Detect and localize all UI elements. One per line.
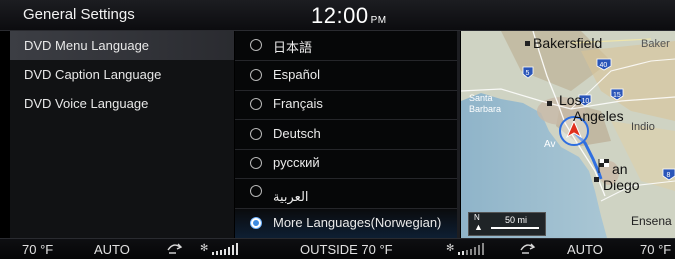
clock: 12:00 PM — [311, 3, 387, 29]
menu-item-label: DVD Voice Language — [24, 96, 149, 111]
language-label: Deutsch — [273, 126, 321, 141]
language-label: Español — [273, 67, 320, 82]
radio-icon[interactable] — [250, 39, 262, 51]
map-label-ensena: Ensena — [631, 214, 672, 228]
language-label: 日本語 — [273, 40, 313, 55]
compass-north-label: N — [474, 213, 480, 222]
language-option-more-languages[interactable]: More Languages(Norwegian) — [235, 209, 458, 239]
fan-icon: ✻ — [446, 243, 455, 254]
radio-icon[interactable] — [250, 69, 262, 81]
menu-item-dvd-menu-language[interactable]: DVD Menu Language — [10, 31, 234, 60]
scale-distance: 50 mi — [505, 215, 528, 225]
language-option-german[interactable]: Deutsch — [235, 120, 458, 150]
svg-text:5: 5 — [526, 70, 530, 77]
radio-icon[interactable] — [250, 157, 262, 169]
map-label-barbara: Barbara — [469, 104, 502, 114]
navigation-map[interactable]: 5 40 15 10 8 Bakersfield Baker Los Angel… — [461, 31, 675, 238]
map-label-los: Los — [559, 92, 582, 108]
map-label-an: an — [612, 161, 628, 177]
menu-item-label: DVD Menu Language — [24, 38, 150, 53]
language-list: 日本語 Español Français Deutsch русский الع… — [235, 31, 458, 239]
map-label-santa: Santa — [469, 93, 493, 103]
svg-text:40: 40 — [600, 62, 608, 69]
language-label: More Languages(Norwegian) — [273, 215, 442, 230]
left-auto-mode[interactable]: AUTO — [94, 242, 130, 257]
left-temperature[interactable]: 70 °F — [22, 242, 53, 257]
menu-item-label: DVD Caption Language — [24, 67, 162, 82]
page-title: General Settings — [23, 6, 135, 23]
radio-icon[interactable] — [250, 128, 262, 140]
menu-item-dvd-voice-language[interactable]: DVD Voice Language — [10, 89, 234, 118]
scale-bar — [491, 227, 539, 229]
clock-time: 12:00 — [311, 3, 369, 28]
map-scale: N ▲ 50 mi — [468, 212, 546, 236]
seat-airflow-icon[interactable] — [166, 241, 184, 255]
city-marker — [525, 41, 530, 46]
language-option-russian[interactable]: русский — [235, 149, 458, 179]
city-marker — [594, 177, 599, 182]
fan-icon: ✻ — [200, 243, 209, 254]
language-label: العربية — [273, 189, 309, 204]
svg-text:15: 15 — [613, 92, 621, 99]
map-label-indio: Indio — [631, 121, 655, 133]
svg-text:8: 8 — [667, 172, 671, 179]
radio-icon[interactable] — [250, 98, 262, 110]
map-label-baker: Baker — [641, 38, 670, 50]
map-label-diego: Diego — [603, 177, 640, 193]
language-label: Français — [273, 96, 323, 111]
city-marker — [547, 101, 552, 106]
map-graphic: 5 40 15 10 8 — [461, 31, 675, 238]
header-bar: General Settings 12:00 PM — [0, 0, 675, 31]
right-temperature[interactable]: 70 °F — [640, 242, 671, 257]
radio-icon[interactable] — [250, 217, 262, 229]
fan-level-bars — [212, 243, 238, 255]
map-label-av: Av — [544, 139, 556, 150]
clock-ampm: PM — [370, 15, 387, 26]
language-option-spanish[interactable]: Español — [235, 61, 458, 91]
settings-menu: DVD Menu Language DVD Caption Language D… — [10, 31, 234, 238]
radio-icon[interactable] — [250, 185, 262, 197]
right-auto-mode[interactable]: AUTO — [567, 242, 603, 257]
menu-item-dvd-caption-language[interactable]: DVD Caption Language — [10, 60, 234, 89]
language-option-arabic[interactable]: العربية — [235, 179, 458, 209]
scrollbar[interactable] — [457, 31, 460, 238]
seat-airflow-icon[interactable] — [519, 241, 537, 255]
language-option-japanese[interactable]: 日本語 — [235, 31, 458, 61]
climate-bar: 70 °F AUTO ✻ OUTSIDE 70 °F ✻ AUTO 70 °F — [0, 238, 675, 259]
language-label: русский — [273, 155, 320, 170]
map-label-bakersfield: Bakersfield — [533, 35, 603, 51]
outside-temperature: OUTSIDE 70 °F — [300, 242, 393, 257]
svg-text:10: 10 — [582, 98, 590, 105]
map-label-angeles: Angeles — [573, 108, 624, 124]
fan-level-bars — [458, 243, 484, 255]
language-option-french[interactable]: Français — [235, 90, 458, 120]
compass-arrow-icon: ▲ — [474, 222, 483, 232]
